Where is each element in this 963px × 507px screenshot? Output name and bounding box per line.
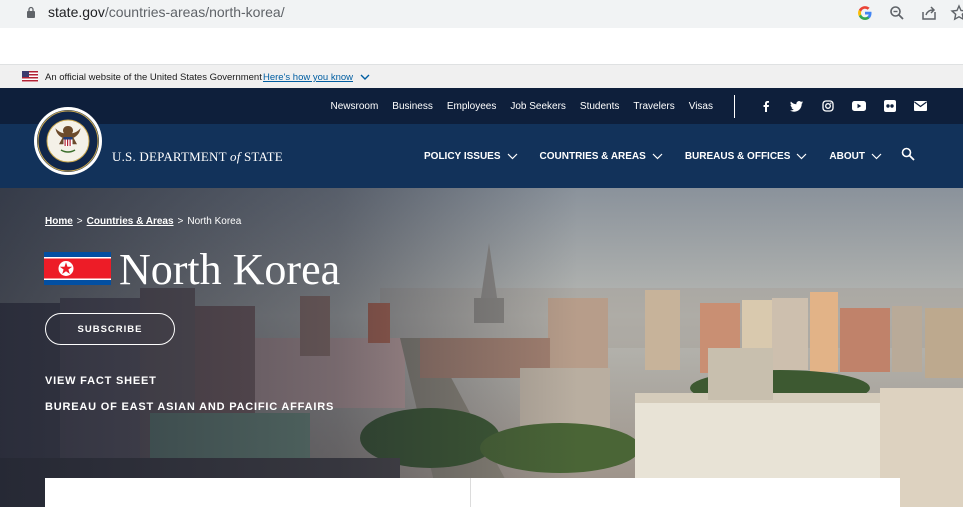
chevron-down-icon — [796, 153, 807, 159]
youtube-icon[interactable] — [843, 88, 874, 124]
nav-countries-areas[interactable]: COUNTRIES & AREAS — [540, 151, 663, 162]
primary-nav: POLICY ISSUES COUNTRIES & AREAS BUREAUS … — [424, 124, 904, 188]
chevron-down-icon — [871, 153, 882, 159]
us-flag-icon — [22, 71, 38, 82]
util-link-students[interactable]: Students — [580, 101, 619, 112]
heres-how-link[interactable]: Here's how you know — [263, 72, 353, 83]
util-link-business[interactable]: Business — [392, 101, 433, 112]
util-link-employees[interactable]: Employees — [447, 101, 496, 112]
hero-overlay — [0, 188, 963, 507]
utility-links: Newsroom Business Employees Job Seekers … — [330, 88, 713, 124]
chevron-down-icon — [652, 153, 663, 159]
official-gov-banner: An official website of the United States… — [0, 64, 963, 88]
flickr-icon[interactable] — [874, 88, 905, 124]
breadcrumb-separator: > — [76, 216, 83, 227]
util-link-job-seekers[interactable]: Job Seekers — [510, 101, 566, 112]
chevron-down-icon[interactable] — [360, 73, 370, 81]
share-icon[interactable] — [920, 4, 938, 22]
breadcrumb-separator: > — [177, 216, 184, 227]
nav-label: POLICY ISSUES — [424, 150, 501, 162]
zoom-icon[interactable] — [888, 4, 906, 22]
email-icon[interactable] — [905, 88, 936, 124]
page-spacer — [0, 28, 963, 64]
hero-banner — [0, 188, 963, 507]
content-card-right — [471, 478, 900, 507]
department-title[interactable]: U.S. DEPARTMENT of STATE — [112, 149, 283, 165]
nav-policy-issues[interactable]: POLICY ISSUES — [424, 151, 518, 162]
search-icon[interactable] — [901, 147, 915, 161]
breadcrumb-home[interactable]: Home — [45, 216, 73, 227]
instagram-icon[interactable] — [812, 88, 843, 124]
page-title: North Korea — [119, 245, 341, 294]
twitter-icon[interactable] — [781, 88, 812, 124]
breadcrumb-current: North Korea — [187, 216, 242, 227]
bookmark-star-icon[interactable] — [950, 4, 963, 22]
bureau-east-asian-pacific-link[interactable]: BUREAU OF EAST ASIAN AND PACIFIC AFFAIRS — [45, 401, 334, 413]
breadcrumb: Home > Countries & Areas > North Korea — [45, 216, 241, 227]
chevron-down-icon — [507, 153, 517, 159]
nav-bureaus-offices[interactable]: BUREAUS & OFFICES — [685, 151, 808, 162]
utility-bar: Newsroom Business Employees Job Seekers … — [0, 88, 963, 124]
content-card-left — [45, 478, 470, 507]
nav-label: ABOUT — [829, 150, 865, 162]
lock-icon[interactable] — [26, 6, 36, 18]
north-korea-flag-icon — [44, 252, 111, 285]
social-links — [750, 88, 936, 124]
google-icon[interactable] — [856, 4, 874, 22]
state-department-seal-icon[interactable] — [33, 106, 103, 176]
url-text[interactable]: state.gov/countries-areas/north-korea/ — [48, 4, 285, 20]
nav-label: COUNTRIES & AREAS — [539, 150, 646, 162]
util-link-travelers[interactable]: Travelers — [633, 101, 674, 112]
util-link-newsroom[interactable]: Newsroom — [330, 101, 378, 112]
nav-label: BUREAUS & OFFICES — [684, 150, 791, 162]
facebook-icon[interactable] — [750, 88, 781, 124]
nav-about[interactable]: ABOUT — [829, 151, 882, 162]
view-fact-sheet-link[interactable]: VIEW FACT SHEET — [45, 375, 157, 387]
official-banner-text: An official website of the United States… — [45, 72, 262, 83]
subscribe-button[interactable]: SUBSCRIBE — [45, 313, 175, 345]
utility-divider — [734, 95, 735, 118]
util-link-visas[interactable]: Visas — [689, 101, 713, 112]
breadcrumb-countries-areas[interactable]: Countries & Areas — [87, 216, 174, 227]
browser-toolbar: state.gov/countries-areas/north-korea/ — [0, 0, 963, 28]
